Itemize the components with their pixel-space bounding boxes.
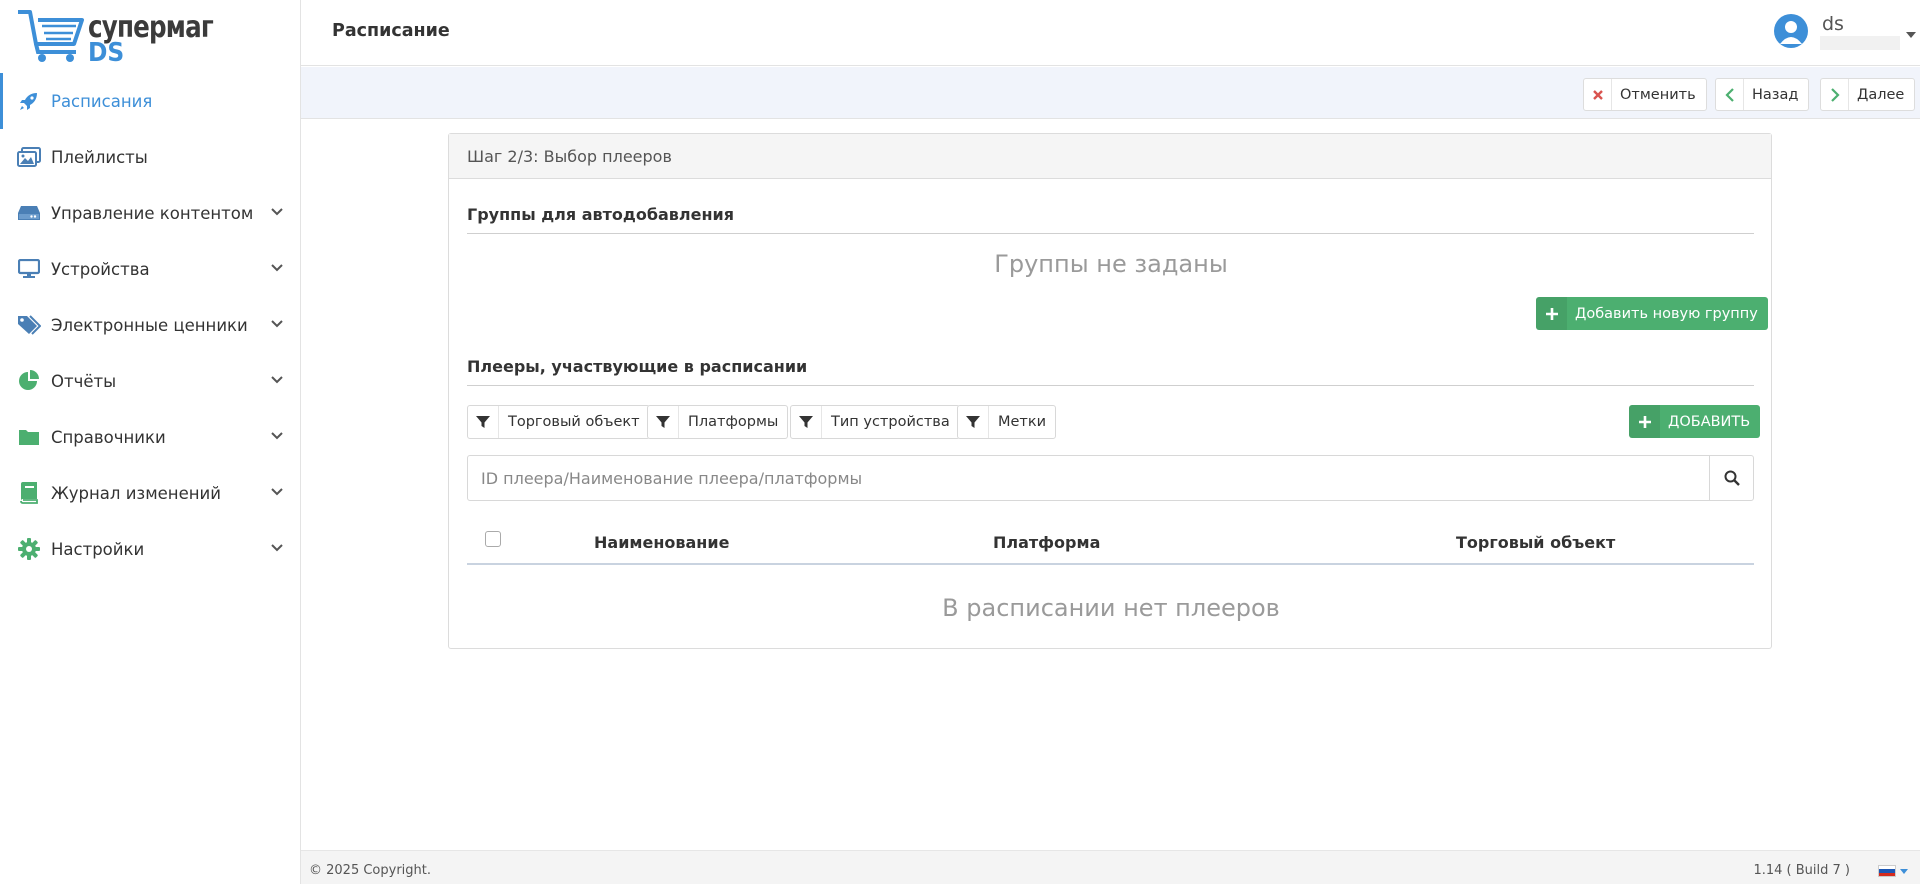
sidebar-item-label: Электронные ценники: [51, 315, 248, 335]
search-icon: [1724, 470, 1740, 486]
caret-down-icon[interactable]: [1900, 869, 1908, 874]
groups-empty-message: Группы не заданы: [994, 250, 1228, 278]
chevron-down-icon: [271, 376, 283, 384]
chevron-left-icon: [1716, 79, 1744, 110]
next-button-label: Далее: [1857, 86, 1905, 103]
chevron-right-icon: [1821, 79, 1849, 110]
sidebar-item-playlists[interactable]: Плейлисты: [0, 129, 300, 185]
add-group-button[interactable]: Добавить новую группу: [1536, 297, 1768, 330]
logo[interactable]: супермаг DS: [16, 8, 216, 68]
version-info: 1.14 ( Build 7 ): [1753, 863, 1850, 878]
sidebar-item-label: Расписания: [51, 91, 153, 111]
tags-icon: [16, 312, 42, 338]
sidebar-item-schedules[interactable]: Расписания: [0, 73, 300, 129]
chevron-down-icon: [271, 264, 283, 272]
images-icon: [16, 144, 42, 170]
sidebar-item-label: Справочники: [51, 427, 166, 447]
drive-icon: [16, 200, 42, 226]
filter-label: Торговый объект: [508, 414, 640, 430]
logo-subtitle: DS: [88, 38, 125, 68]
monitor-icon: [16, 256, 42, 282]
add-group-button-label: Добавить новую группу: [1575, 305, 1758, 322]
user-name: ds: [1822, 13, 1844, 35]
sidebar-item-label: Устройства: [51, 259, 150, 279]
user-menu[interactable]: ds: [1720, 10, 1920, 56]
sidebar-item-label: Настройки: [51, 539, 145, 559]
chevron-down-icon: [271, 544, 283, 552]
chevron-down-icon: [271, 208, 283, 216]
players-section-title: Плееры, участвующие в расписании: [467, 357, 808, 376]
cart-icon: [18, 10, 84, 62]
sidebar-item-references[interactable]: Справочники: [0, 409, 300, 465]
player-search-input[interactable]: [468, 456, 1711, 500]
wizard-card: Шаг 2/3: Выбор плееров Группы для автодо…: [448, 133, 1772, 649]
filter-label: Тип устройства: [831, 414, 950, 430]
select-all-checkbox[interactable]: [485, 531, 501, 547]
sidebar-item-settings[interactable]: Настройки: [0, 521, 300, 577]
sidebar-item-devices[interactable]: Устройства: [0, 241, 300, 297]
avatar-icon: [1774, 14, 1808, 48]
folder-icon: [16, 424, 42, 450]
cancel-button[interactable]: Отменить: [1583, 78, 1707, 111]
sidebar-nav: Расписания Плейлисты Управление контенто…: [0, 73, 300, 577]
filter-platforms-button[interactable]: Платформы: [647, 405, 789, 439]
column-header-store[interactable]: Торговый объект: [1456, 533, 1615, 552]
column-header-name[interactable]: Наименование: [594, 533, 729, 552]
filter-icon: [468, 406, 499, 438]
user-subtitle: [1820, 36, 1900, 50]
chevron-down-icon: [271, 488, 283, 496]
filter-icon: [791, 406, 822, 438]
players-empty-message: В расписании нет плееров: [942, 594, 1280, 622]
book-icon: [16, 480, 42, 506]
player-search: [467, 455, 1754, 501]
sidebar-item-changelog[interactable]: Журнал изменений: [0, 465, 300, 521]
sidebar: супермаг DS Расписания Плейлисты Управле…: [0, 0, 301, 884]
caret-down-icon: [1906, 32, 1916, 38]
footer: © 2025 Copyright. 1.14 ( Build 7 ): [301, 850, 1920, 884]
sidebar-item-price-tags[interactable]: Электронные ценники: [0, 297, 300, 353]
sidebar-item-content[interactable]: Управление контентом: [0, 185, 300, 241]
filter-label: Платформы: [688, 414, 779, 430]
chevron-down-icon: [271, 320, 283, 328]
sidebar-item-reports[interactable]: Отчёты: [0, 353, 300, 409]
table-header-divider: [467, 563, 1754, 565]
sidebar-item-label: Управление контентом: [51, 203, 254, 223]
step-title: Шаг 2/3: Выбор плееров: [449, 134, 1771, 179]
filter-tags-button[interactable]: Метки: [957, 405, 1057, 439]
back-button[interactable]: Назад: [1715, 78, 1810, 111]
filter-label: Метки: [998, 414, 1047, 430]
column-header-platform[interactable]: Платформа: [993, 533, 1100, 552]
filter-icon: [648, 406, 679, 438]
chevron-down-icon: [271, 432, 283, 440]
close-icon: [1584, 79, 1612, 110]
plus-icon: [1629, 405, 1660, 438]
cancel-button-label: Отменить: [1620, 86, 1696, 103]
filter-store-button[interactable]: Торговый объект: [467, 405, 650, 439]
next-button[interactable]: Далее: [1820, 78, 1916, 111]
search-button[interactable]: [1709, 456, 1753, 500]
gear-icon: [16, 536, 42, 562]
add-player-button-label: ДОБАВИТЬ: [1668, 413, 1751, 430]
add-player-button[interactable]: ДОБАВИТЬ: [1629, 405, 1761, 438]
plus-icon: [1536, 297, 1567, 330]
rocket-icon: [16, 88, 42, 114]
action-bar: Отменить Назад Далее: [301, 67, 1920, 119]
top-bar: Расписание ds: [301, 0, 1920, 66]
divider: [467, 385, 1754, 386]
pie-chart-icon: [16, 368, 42, 394]
filter-device-type-button[interactable]: Тип устройства: [790, 405, 960, 439]
divider: [467, 233, 1754, 234]
back-button-label: Назад: [1752, 86, 1799, 103]
groups-section-title: Группы для автодобавления: [467, 205, 735, 224]
sidebar-item-label: Отчёты: [51, 371, 117, 391]
sidebar-item-label: Плейлисты: [51, 147, 148, 167]
sidebar-item-label: Журнал изменений: [51, 483, 221, 503]
copyright: © 2025 Copyright.: [309, 863, 432, 878]
filter-icon: [958, 406, 989, 438]
language-flag-icon[interactable]: [1878, 865, 1896, 877]
page-title: Расписание: [332, 21, 450, 41]
